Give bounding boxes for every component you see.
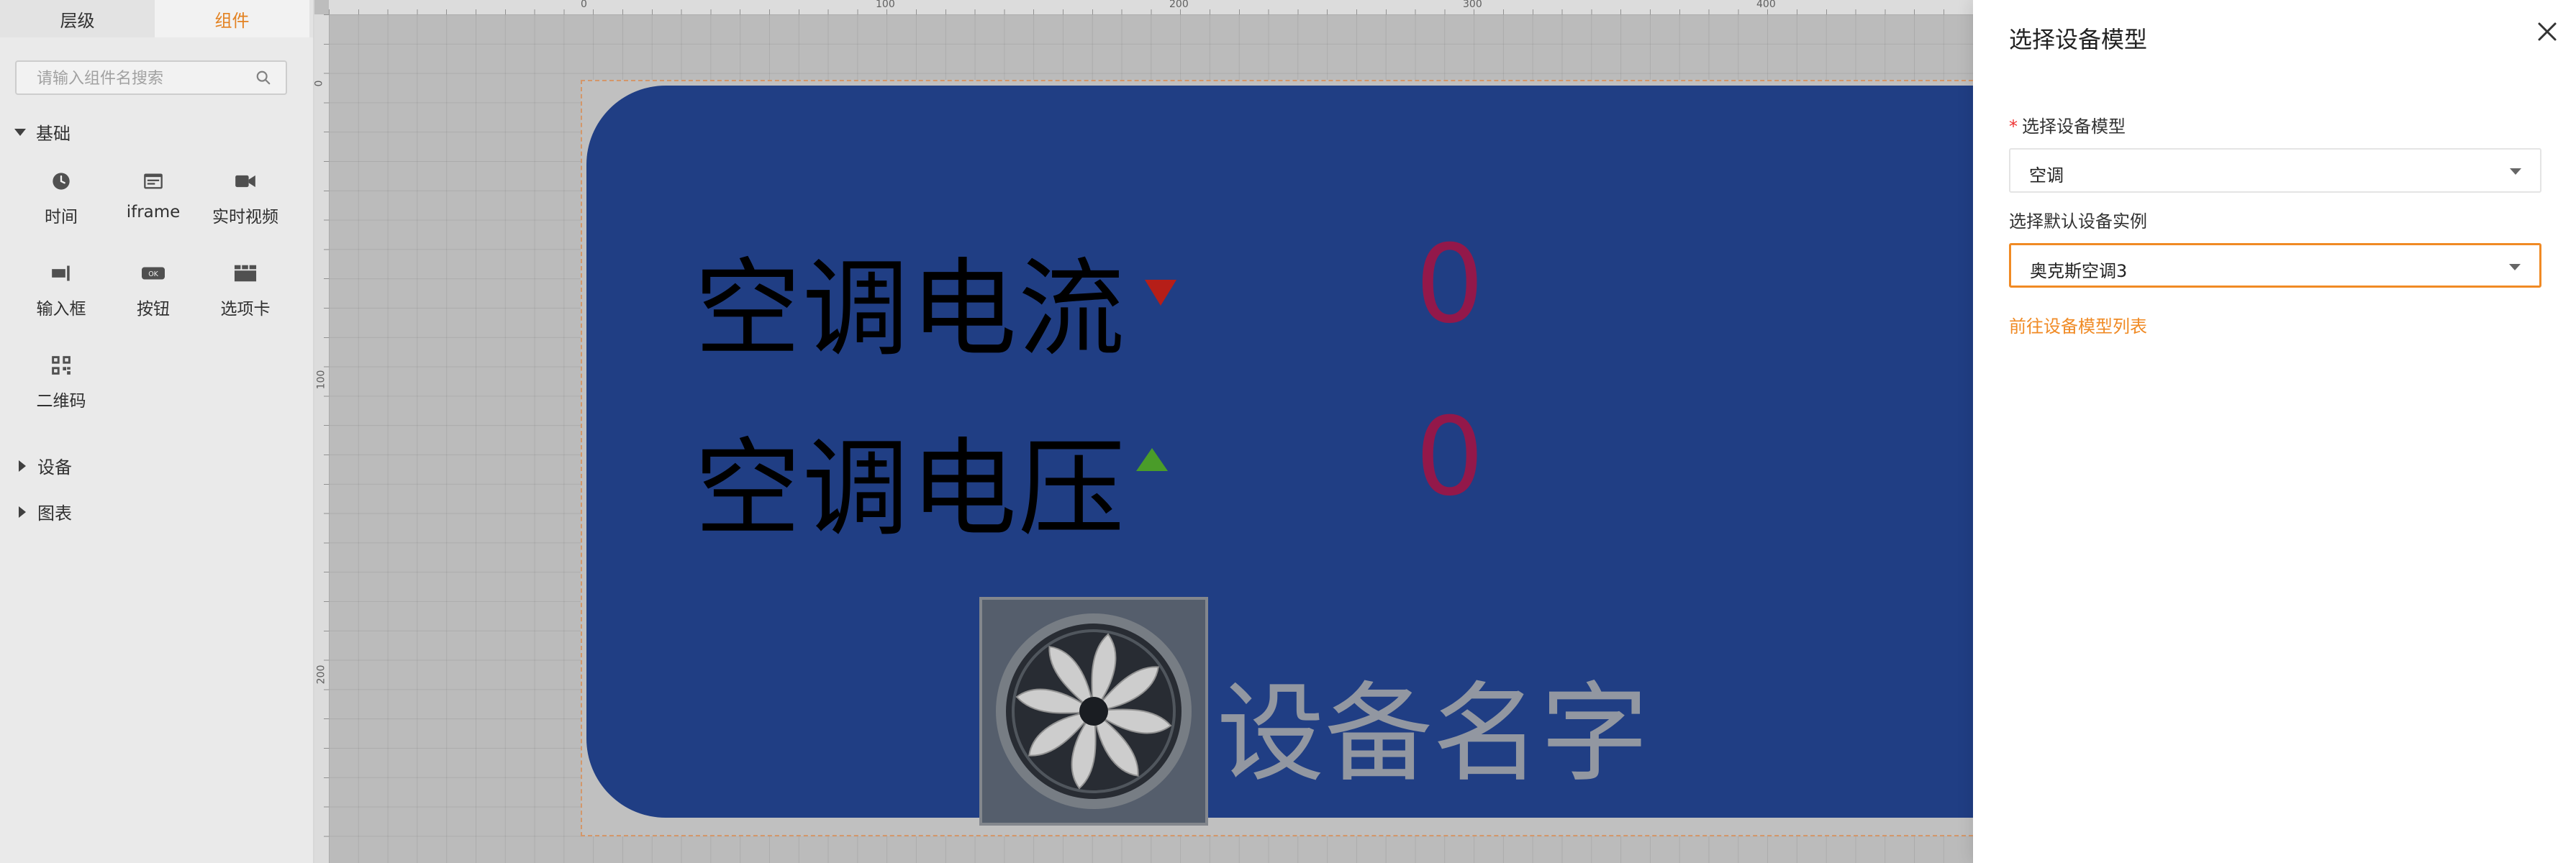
drawer-title: 选择设备模型: [2009, 26, 2148, 53]
device-model-select[interactable]: 空调: [2009, 148, 2541, 193]
go-to-model-list-link[interactable]: 前往设备模型列表: [2009, 312, 2147, 337]
instance-field-label: 选择默认设备实例: [2009, 211, 2147, 232]
model-field-label-text: 选择设备模型: [2022, 117, 2126, 137]
required-mark: *: [2009, 117, 2018, 137]
device-model-value: 空调: [2029, 165, 2064, 186]
select-device-model-drawer: 选择设备模型 * 选择设备模型 空调 选择默认设备实例 奥克斯空调3 前往设备模型…: [1973, 0, 2576, 863]
device-instance-select[interactable]: 奥克斯空调3: [2009, 243, 2541, 288]
close-icon[interactable]: [2534, 19, 2560, 45]
modal-mask[interactable]: [0, 0, 1973, 863]
device-instance-value: 奥克斯空调3: [2030, 261, 2128, 281]
chevron-down-icon: [2509, 264, 2521, 270]
model-field-label: * 选择设备模型: [2009, 112, 2126, 137]
chevron-down-icon: [2510, 168, 2521, 175]
